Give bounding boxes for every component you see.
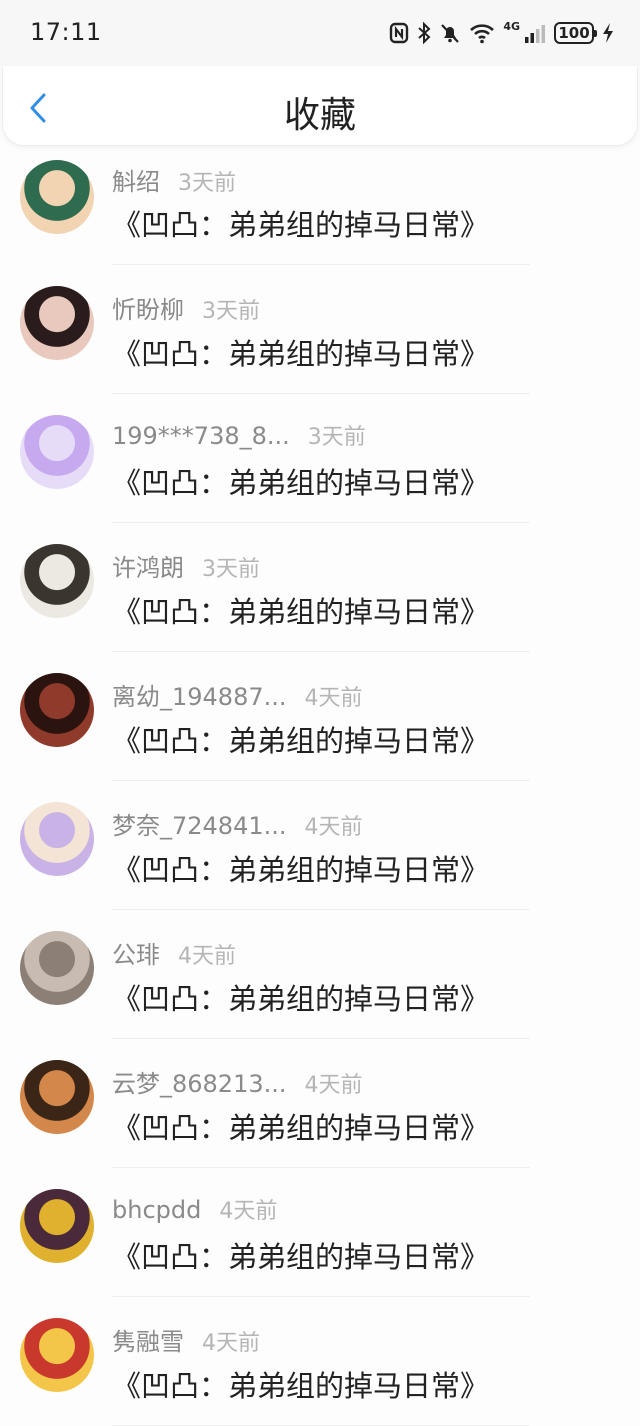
book-title[interactable]: 《凹凸：弟弟组的掉马日常》: [112, 718, 489, 760]
battery-indicator: 100: [554, 22, 597, 44]
avatar[interactable]: [20, 802, 94, 876]
item-meta: 公琲 4天前: [112, 935, 236, 970]
header: 收藏: [2, 66, 638, 146]
book-title[interactable]: 《凹凸：弟弟组的掉马日常》: [112, 1105, 489, 1147]
list-item[interactable]: bhcpdd 4天前《凹凸：弟弟组的掉马日常》: [0, 1168, 640, 1297]
signal-icon: [525, 25, 545, 43]
time-ago: 4天前: [304, 1073, 363, 1098]
item-meta: 离幼_194887... 4天前: [112, 677, 363, 712]
mute-bell-icon: [441, 24, 460, 43]
username[interactable]: 斛绍: [112, 162, 160, 197]
book-title[interactable]: 《凹凸：弟弟组的掉马日常》: [112, 460, 489, 502]
avatar[interactable]: [20, 286, 94, 360]
username[interactable]: 离幼_194887...: [112, 677, 287, 712]
list-item[interactable]: 云梦_868213... 4天前《凹凸：弟弟组的掉马日常》: [0, 1039, 640, 1168]
username[interactable]: bhcpdd: [112, 1196, 201, 1224]
list-item[interactable]: 梦奈_724841... 4天前《凹凸：弟弟组的掉马日常》: [0, 781, 640, 910]
list-item[interactable]: 199***738_8... 3天前《凹凸：弟弟组的掉马日常》: [0, 394, 640, 523]
username[interactable]: 公琲: [112, 935, 160, 970]
avatar[interactable]: [20, 544, 94, 618]
network-type: 4G: [503, 19, 520, 33]
book-title[interactable]: 《凹凸：弟弟组的掉马日常》: [112, 331, 489, 373]
status-time: 17:11: [30, 18, 102, 46]
item-meta: 199***738_8... 3天前: [112, 419, 366, 451]
username[interactable]: 梦奈_724841...: [112, 806, 287, 841]
time-ago: 3天前: [202, 299, 260, 324]
username[interactable]: 隽融雪: [112, 1322, 184, 1357]
list-item[interactable]: 忻盼柳 3天前《凹凸：弟弟组的掉马日常》: [0, 265, 640, 394]
time-ago: 4天前: [202, 1331, 260, 1356]
time-ago: 4天前: [219, 1199, 278, 1224]
item-meta: 隽融雪 4天前: [112, 1322, 260, 1357]
item-meta: 许鸿朗 3天前: [112, 548, 260, 583]
avatar[interactable]: [20, 673, 94, 747]
item-meta: 梦奈_724841... 4天前: [112, 806, 363, 841]
item-meta: 忻盼柳 3天前: [112, 290, 260, 325]
wifi-icon: [470, 24, 495, 44]
favorites-list: 斛绍 3天前 《凹凸：弟弟组的掉马日常》 忻盼柳 3天前 《凹凸：弟弟组的掉马日常》 199…: [0, 136, 640, 1426]
charging-icon: [603, 23, 613, 43]
bluetooth-icon: [418, 22, 431, 44]
book-title[interactable]: 《凹凸：弟弟组的掉马日常》: [112, 976, 489, 1018]
username[interactable]: 云梦_868213...: [112, 1064, 287, 1099]
book-title[interactable]: 《凹凸：弟弟组的掉马日常》: [112, 847, 489, 889]
time-ago: 3天前: [202, 557, 260, 582]
username[interactable]: 许鸿朗: [112, 548, 184, 583]
time-ago: 4天前: [178, 944, 236, 969]
avatar[interactable]: [20, 931, 94, 1005]
book-title[interactable]: 《凹凸：弟弟组的掉马日常》: [112, 1363, 489, 1405]
page-title: 收藏: [283, 95, 356, 136]
time-ago: 4天前: [304, 686, 363, 711]
avatar[interactable]: [20, 1060, 94, 1134]
status-bar: 17:11 4G 100: [0, 0, 640, 66]
book-title[interactable]: 《凹凸：弟弟组的掉马日常》: [112, 589, 489, 631]
nfc-icon: [390, 22, 409, 44]
item-meta: bhcpdd 4天前: [112, 1193, 277, 1225]
avatar[interactable]: [20, 160, 94, 234]
list-item[interactable]: 许鸿朗 3天前《凹凸：弟弟组的掉马日常》: [0, 523, 640, 652]
list-item[interactable]: 公琲 4天前《凹凸：弟弟组的掉马日常》: [0, 910, 640, 1039]
avatar[interactable]: [20, 415, 94, 489]
username[interactable]: 199***738_8...: [112, 422, 290, 450]
avatar[interactable]: [20, 1318, 94, 1392]
username[interactable]: 忻盼柳: [112, 290, 184, 325]
book-title[interactable]: 《凹凸：弟弟组的掉马日常》: [112, 202, 489, 244]
list-item[interactable]: 离幼_194887... 4天前《凹凸：弟弟组的掉马日常》: [0, 652, 640, 781]
status-icons: 4G 100: [389, 18, 614, 48]
item-meta: 斛绍 3天前: [112, 162, 236, 197]
time-ago: 3天前: [178, 171, 236, 196]
list-item[interactable]: 隽融雪 4天前《凹凸：弟弟组的掉马日常》: [0, 1297, 640, 1426]
avatar[interactable]: [20, 1189, 94, 1263]
list-item[interactable]: 斛绍 3天前《凹凸：弟弟组的掉马日常》: [0, 136, 640, 265]
time-ago: 3天前: [307, 425, 366, 450]
item-meta: 云梦_868213... 4天前: [112, 1064, 363, 1099]
time-ago: 4天前: [304, 815, 363, 840]
book-title[interactable]: 《凹凸：弟弟组的掉马日常》: [112, 1234, 489, 1276]
